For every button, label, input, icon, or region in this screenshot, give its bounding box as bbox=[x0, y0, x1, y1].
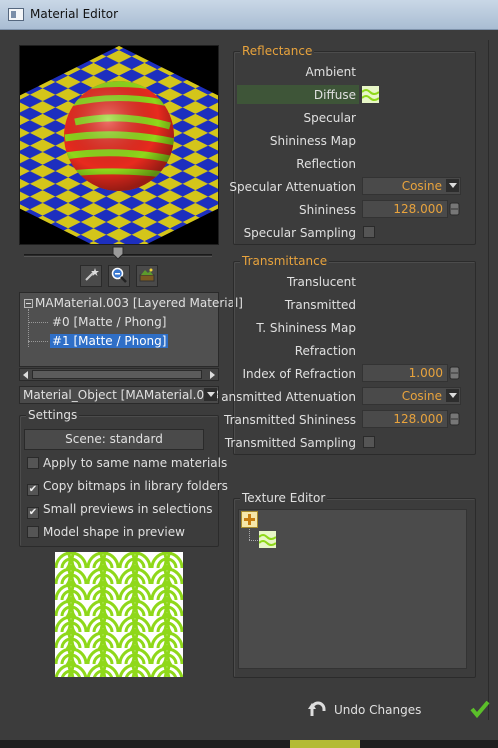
diffuse-texture-swatch[interactable] bbox=[361, 86, 380, 103]
option-copy-bitmaps[interactable]: ✔ Copy bitmaps in library folders bbox=[27, 479, 228, 496]
transmitted-attenuation-label: ansmitted Attenuation bbox=[221, 390, 356, 404]
tree-connector bbox=[249, 529, 250, 540]
specular-label[interactable]: Specular bbox=[304, 111, 356, 125]
magic-wand-button[interactable] bbox=[80, 265, 102, 287]
undo-icon bbox=[308, 700, 328, 721]
shininess-stepper-icon[interactable] bbox=[449, 202, 460, 216]
index-of-refraction-stepper-icon[interactable] bbox=[449, 366, 460, 380]
option-label: Model shape in preview bbox=[43, 525, 185, 539]
option-apply-same-name[interactable]: Apply to same name materials bbox=[27, 456, 227, 470]
option-model-shape[interactable]: Model shape in preview bbox=[27, 525, 185, 539]
transmitted-shininess-label: Transmitted Shininess bbox=[224, 413, 356, 427]
chevron-down-icon bbox=[446, 389, 459, 402]
bottom-edge bbox=[0, 740, 498, 748]
option-label: Copy bitmaps in library folders bbox=[43, 479, 228, 493]
tree-connector bbox=[28, 341, 48, 342]
magic-wand-icon bbox=[83, 267, 99, 286]
texture-editor-title: Texture Editor bbox=[240, 491, 328, 505]
scroll-right-icon[interactable] bbox=[207, 370, 216, 379]
transmitted-sampling-label: Transmitted Sampling bbox=[224, 436, 356, 450]
chevron-down-icon bbox=[446, 179, 459, 192]
transmitted-sampling-checkbox[interactable] bbox=[363, 436, 375, 448]
tree-connector bbox=[249, 540, 258, 541]
collapse-toggle-icon[interactable] bbox=[24, 299, 33, 308]
window-icon bbox=[8, 8, 24, 21]
transmitted-label[interactable]: Transmitted bbox=[285, 298, 356, 312]
shininess-field[interactable]: 128.000 bbox=[362, 200, 448, 218]
texture-thumbnail bbox=[55, 552, 183, 677]
scroll-thumb[interactable] bbox=[32, 370, 202, 379]
tree-horizontal-scrollbar[interactable] bbox=[19, 368, 219, 381]
chevron-down-icon bbox=[204, 388, 217, 401]
option-label: Apply to same name materials bbox=[43, 456, 228, 470]
add-texture-button[interactable] bbox=[241, 511, 258, 528]
object-selector-value: Material_Object [MAMaterial.003] bbox=[23, 388, 219, 402]
option-small-previews[interactable]: ✔ Small previews in selections bbox=[27, 502, 212, 519]
object-selector-dropdown[interactable]: Material_Object [MAMaterial.003] bbox=[19, 386, 219, 404]
refraction-label[interactable]: Refraction bbox=[295, 344, 356, 358]
apply-same-name-checkbox[interactable] bbox=[27, 457, 39, 469]
specular-attenuation-label: Specular Attenuation bbox=[229, 180, 356, 194]
scroll-left-icon[interactable] bbox=[21, 370, 30, 379]
material-preview bbox=[19, 45, 219, 245]
texture-node-icon[interactable] bbox=[258, 531, 277, 548]
model-shape-checkbox[interactable] bbox=[27, 526, 39, 538]
translucent-label[interactable]: Translucent bbox=[287, 275, 356, 289]
scene-standard-button[interactable]: Scene: standard bbox=[24, 429, 204, 450]
shininess-label: Shininess bbox=[299, 203, 356, 217]
tree-item-layer-0[interactable]: #0 [Matte / Phong] bbox=[52, 315, 166, 329]
scene-button[interactable] bbox=[136, 265, 158, 287]
preview-sphere-image bbox=[20, 46, 218, 244]
preview-slider-thumb[interactable] bbox=[112, 246, 124, 260]
copy-bitmaps-checkbox[interactable]: ✔ bbox=[27, 484, 39, 496]
diffuse-label[interactable]: Diffuse bbox=[314, 88, 356, 102]
settings-title: Settings bbox=[26, 408, 80, 422]
index-of-refraction-label: Index of Refraction bbox=[242, 367, 356, 381]
reflectance-title: Reflectance bbox=[240, 44, 315, 58]
landscape-icon bbox=[139, 267, 155, 286]
undo-changes-button[interactable]: Undo Changes bbox=[308, 700, 421, 721]
ambient-label[interactable]: Ambient bbox=[305, 65, 356, 79]
specular-attenuation-dropdown[interactable]: Cosine bbox=[362, 177, 461, 195]
option-label: Small previews in selections bbox=[43, 502, 213, 516]
right-edge-panel bbox=[488, 40, 498, 720]
reflection-label[interactable]: Reflection bbox=[296, 157, 356, 171]
transmitted-attenuation-value: Cosine bbox=[401, 389, 442, 403]
transmitted-attenuation-dropdown[interactable]: Cosine bbox=[362, 387, 461, 405]
specular-sampling-label: Specular Sampling bbox=[243, 226, 356, 240]
tree-item-layer-1[interactable]: #1 [Matte / Phong] bbox=[50, 334, 169, 348]
settings-group: Settings Scene: standard Apply to same n… bbox=[19, 408, 228, 547]
shininess-map-label[interactable]: Shininess Map bbox=[270, 134, 356, 148]
magnifier-icon bbox=[111, 267, 127, 286]
t-shininess-map-label[interactable]: T. Shininess Map bbox=[256, 321, 356, 335]
title-bar: Material Editor bbox=[0, 0, 498, 30]
undo-changes-label: Undo Changes bbox=[334, 703, 422, 717]
transmitted-shininess-field[interactable]: 128.000 bbox=[362, 410, 448, 428]
specular-attenuation-value: Cosine bbox=[401, 179, 442, 193]
transmittance-title: Transmittance bbox=[240, 254, 330, 268]
tree-connector bbox=[28, 322, 48, 323]
material-tree[interactable]: MAMaterial.003 [Layered Material] #0 [Ma… bbox=[19, 292, 243, 367]
transmitted-shininess-stepper-icon[interactable] bbox=[449, 412, 460, 426]
specular-sampling-checkbox[interactable] bbox=[363, 226, 375, 238]
small-previews-checkbox[interactable]: ✔ bbox=[27, 507, 39, 519]
window-title: Material Editor bbox=[30, 7, 119, 21]
zoom-button[interactable] bbox=[108, 265, 130, 287]
index-of-refraction-field[interactable]: 1.000 bbox=[362, 364, 448, 382]
tree-item-root[interactable]: MAMaterial.003 [Layered Material] bbox=[35, 296, 243, 310]
ok-checkmark-icon[interactable] bbox=[470, 700, 490, 719]
plus-icon bbox=[242, 514, 257, 530]
